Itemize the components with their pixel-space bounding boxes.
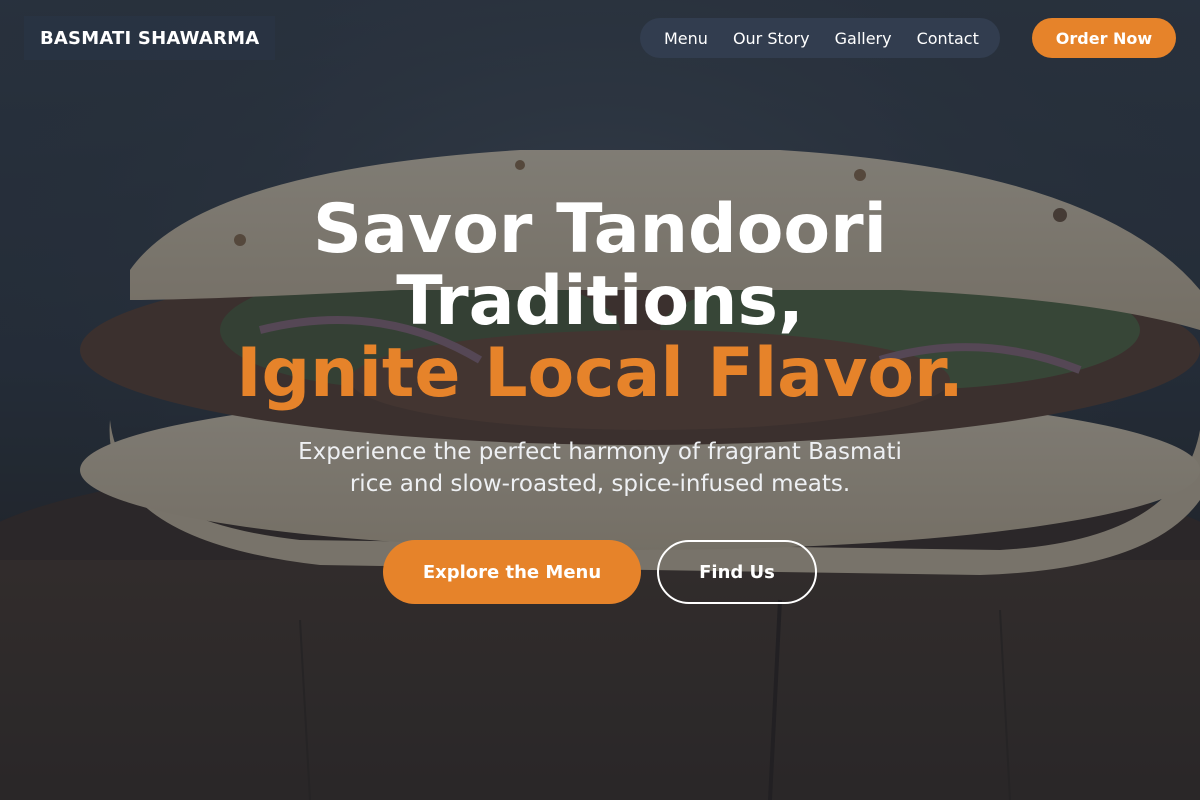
find-us-button[interactable]: Find Us (657, 540, 817, 604)
hero-title-line-2: Traditions, (396, 262, 804, 341)
brand-name: BASMATI SHAWARMA (40, 27, 260, 49)
explore-menu-button[interactable]: Explore the Menu (383, 540, 641, 604)
order-now-button[interactable]: Order Now (1032, 18, 1176, 58)
nav-link-gallery[interactable]: Gallery (835, 29, 892, 48)
hero-title: Savor Tandoori Traditions, Ignite Local … (0, 194, 1200, 410)
nav-link-our-story[interactable]: Our Story (733, 29, 810, 48)
hero-title-accent: Ignite Local Flavor. (236, 334, 964, 413)
hero-title-line-1: Savor Tandoori (313, 190, 887, 269)
hero-subtitle: Experience the perfect harmony of fragra… (298, 439, 902, 497)
main-nav: Menu Our Story Gallery Contact (640, 18, 1000, 58)
brand-logo[interactable]: BASMATI SHAWARMA (24, 16, 276, 60)
nav-link-contact[interactable]: Contact (917, 29, 979, 48)
nav-link-menu[interactable]: Menu (664, 29, 708, 48)
